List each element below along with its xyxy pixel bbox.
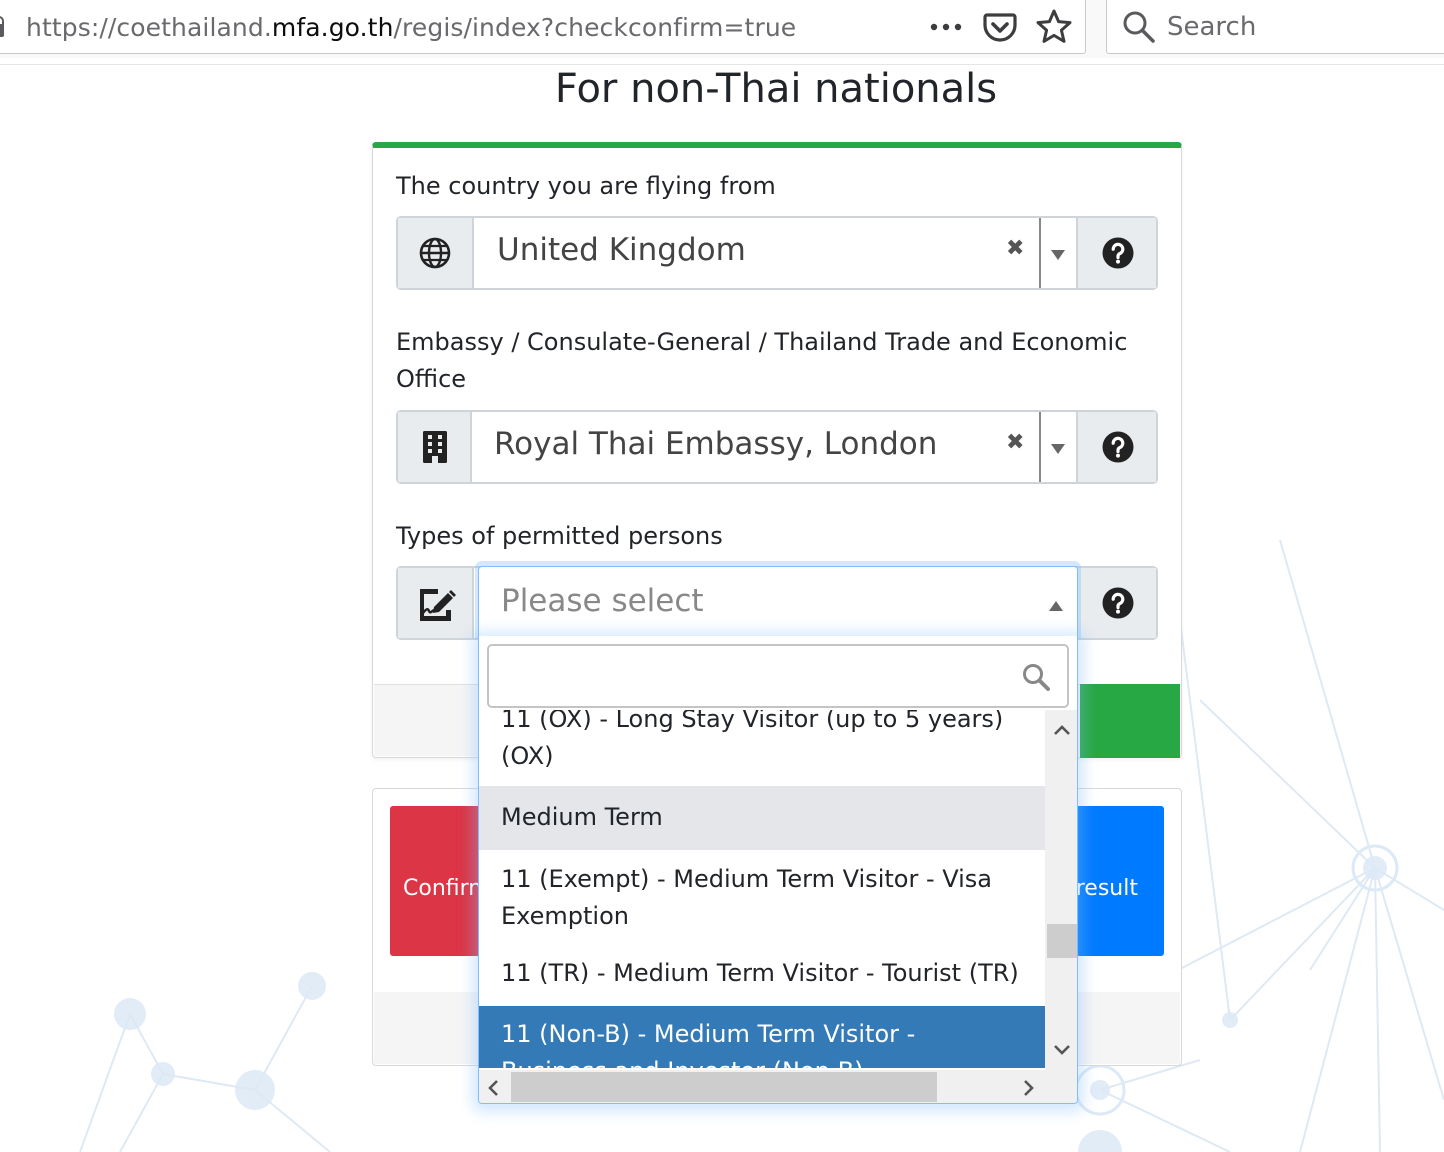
country-caret-divider [1039,218,1041,288]
dropdown-search-input[interactable] [487,644,1069,708]
horizontal-scrollbar[interactable] [479,1070,1077,1103]
scroll-down-icon[interactable] [1053,1044,1071,1056]
search-placeholder: Search [1167,12,1257,42]
horizontal-scroll-thumb[interactable] [511,1072,937,1102]
country-value: United Kingdom [497,232,746,268]
bookmark-star-icon[interactable] [1034,7,1074,47]
permitted-prepend [398,568,474,638]
country-prepend [398,218,474,288]
country-select[interactable]: United Kingdom ✖ [396,216,1158,290]
country-chevron-down-icon[interactable] [1051,250,1065,260]
permitted-help-button[interactable] [1076,568,1156,638]
permitted-placeholder: Please select [501,583,704,619]
option-ox[interactable]: 11 (OX) - Long Stay Visitor (up to 5 yea… [479,710,1045,787]
pocket-icon[interactable] [980,8,1020,46]
country-help-button[interactable] [1076,218,1156,288]
browser-toolbar: https://coethailand.mfa.go.th/regis/inde… [0,0,1444,58]
page-actions-icon[interactable] [926,12,966,42]
building-icon [423,431,447,463]
chevron-up-icon[interactable] [1049,601,1063,611]
help-icon [1102,431,1134,463]
result-button[interactable]: result [1076,806,1164,956]
result-button-label: result [1076,876,1138,901]
address-bar[interactable]: https://coethailand.mfa.go.th/regis/inde… [0,0,1086,54]
embassy-caret-divider [1039,412,1041,482]
country-clear-icon[interactable]: ✖ [1006,236,1024,261]
embassy-chevron-down-icon[interactable] [1051,444,1065,454]
scroll-left-icon[interactable] [487,1079,499,1097]
embassy-select[interactable]: Royal Thai Embassy, London ✖ [396,410,1158,484]
toolbar-divider [0,64,1444,65]
permitted-dropdown: 11 (OX) - Long Stay Visitor (up to 5 yea… [478,636,1078,1104]
permitted-select[interactable]: Please select [478,566,1078,638]
embassy-clear-icon[interactable]: ✖ [1006,430,1024,455]
options-list: 11 (OX) - Long Stay Visitor (up to 5 yea… [479,710,1045,1068]
url-text: https://coethailand.mfa.go.th/regis/inde… [26,13,797,42]
scroll-right-icon[interactable] [1023,1079,1035,1097]
confirm-button-label: Confirm [403,876,482,901]
optgroup-medium-term: Medium Term [479,786,1045,850]
vertical-scroll-thumb[interactable] [1047,924,1077,958]
permitted-label: Types of permitted persons [396,522,723,550]
globe-icon [419,237,451,269]
browser-search-box[interactable]: Search [1106,0,1444,54]
help-icon [1102,237,1134,269]
option-exempt[interactable]: 11 (Exempt) - Medium Term Visitor - Visa… [479,850,1045,946]
search-icon [1123,11,1155,43]
option-tr[interactable]: 11 (TR) - Medium Term Visitor - Tourist … [479,946,1045,1006]
vertical-scrollbar[interactable] [1045,710,1077,1070]
country-label: The country you are flying from [396,172,776,200]
option-non-b[interactable]: 11 (Non-B) - Medium Term Visitor - Busin… [479,1006,1045,1068]
embassy-value: Royal Thai Embassy, London [494,426,938,462]
search-icon [1023,664,1050,691]
embassy-help-button[interactable] [1076,412,1156,482]
scroll-up-icon[interactable] [1053,724,1071,736]
green-action-button[interactable] [1080,684,1180,758]
lock-icon [0,16,4,37]
embassy-prepend [398,412,472,482]
signature-icon [420,589,456,621]
page-title: For non-Thai nationals [554,66,998,112]
embassy-label: Embassy / Consulate-General / Thailand T… [396,328,1128,393]
confirm-button[interactable]: Confirm [390,806,482,956]
help-icon [1102,587,1134,619]
